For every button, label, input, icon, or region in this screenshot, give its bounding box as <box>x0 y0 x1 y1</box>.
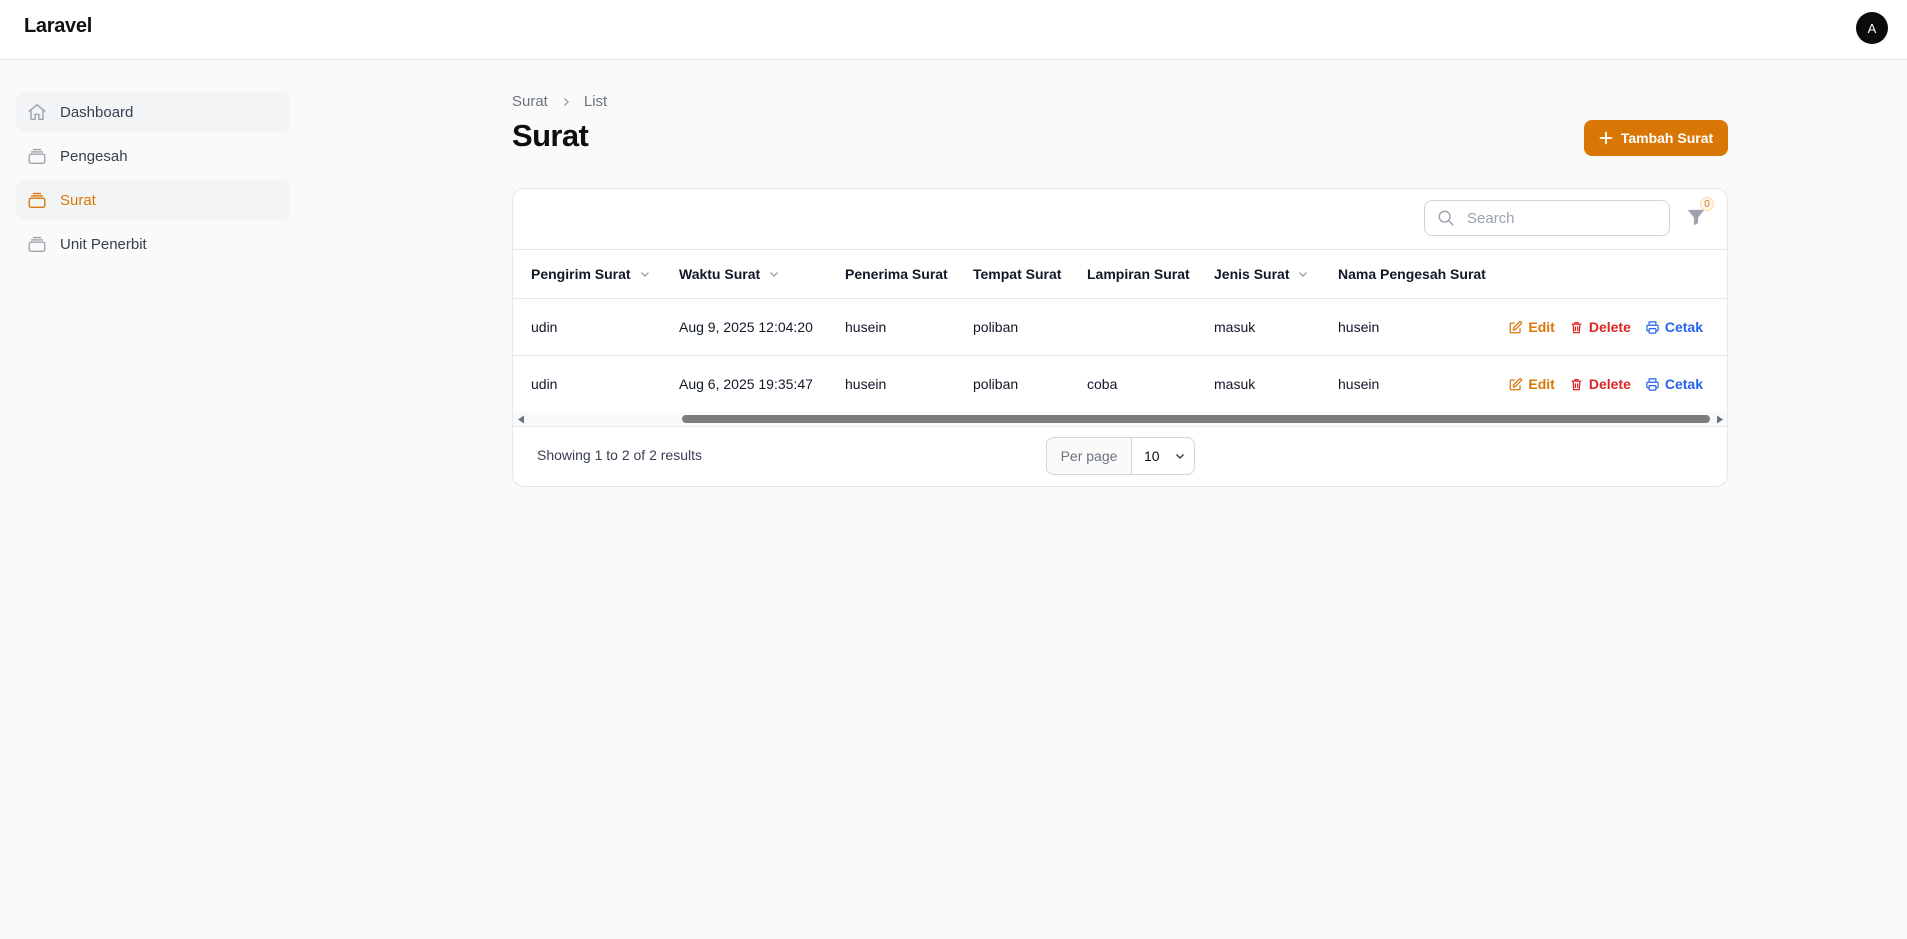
scrollbar-thumb[interactable] <box>682 415 1710 423</box>
column-header-label: Waktu Surat <box>679 266 761 282</box>
per-page-label: Per page <box>1047 438 1132 474</box>
delete-button[interactable]: Delete <box>1569 319 1631 335</box>
rectangle-stack-icon <box>26 233 48 255</box>
sidebar-item-label: Pengesah <box>60 147 128 165</box>
column-header-label: Penerima Surat <box>845 266 948 282</box>
cell-pengirim: udin <box>531 376 558 392</box>
cell-jenis: masuk <box>1214 376 1256 392</box>
surat-table: Pengirim Surat Waktu Surat Penerima Sura… <box>513 250 1727 412</box>
per-page-select[interactable]: Per page 10 <box>1046 437 1195 475</box>
column-header-actions <box>1494 250 1727 299</box>
sidebar-item-dashboard[interactable]: Dashboard <box>16 92 290 132</box>
print-label: Cetak <box>1664 376 1703 392</box>
pencil-square-icon <box>1509 320 1523 333</box>
column-header-tempat: Tempat Surat <box>955 250 1069 299</box>
rectangle-stack-icon <box>26 145 48 167</box>
sidebar-item-label: Dashboard <box>60 103 134 121</box>
cell-pengesah: husein <box>1338 319 1380 335</box>
trash-icon <box>1571 321 1582 333</box>
column-header-penerima: Penerima Surat <box>827 250 955 299</box>
trash-icon <box>1571 378 1582 390</box>
edit-button[interactable]: Edit <box>1508 376 1555 392</box>
search-icon <box>1437 209 1455 227</box>
sidebar-item-label: Unit Penerbit <box>60 235 147 253</box>
cell-penerima: husein <box>845 376 887 392</box>
sidebar-item-pengesah[interactable]: Pengesah <box>16 136 290 176</box>
column-header-label: Lampiran Surat <box>1087 266 1190 282</box>
column-header-label: Pengirim Surat <box>531 266 631 282</box>
column-header-label: Jenis Surat <box>1214 266 1290 282</box>
home-icon <box>26 101 48 123</box>
sidebar-item-unit-penerbit[interactable]: Unit Penerbit <box>16 224 290 264</box>
column-header-waktu[interactable]: Waktu Surat <box>661 250 827 299</box>
print-button[interactable]: Cetak <box>1645 319 1703 335</box>
funnel-icon <box>1685 209 1707 232</box>
table-card: 0 Pengirim Surat Waktu Surat Penerima Su… <box>512 188 1728 487</box>
edit-label: Edit <box>1528 376 1555 392</box>
chevron-down-icon <box>639 268 651 280</box>
edit-label: Edit <box>1528 319 1555 335</box>
add-surat-button-label: Tambah Surat <box>1620 130 1714 146</box>
cell-jenis: masuk <box>1214 319 1256 335</box>
results-summary: Showing 1 to 2 of 2 results <box>537 447 702 463</box>
delete-label: Delete <box>1588 376 1631 392</box>
cell-waktu: Aug 9, 2025 12:04:20 <box>679 319 813 335</box>
breadcrumb: Surat List <box>512 93 607 110</box>
user-avatar[interactable]: A <box>1856 12 1888 44</box>
pencil-square-icon <box>1509 377 1523 390</box>
cell-lampiran: coba <box>1087 376 1118 392</box>
printer-icon <box>1646 377 1659 391</box>
cell-pengesah: husein <box>1338 376 1380 392</box>
chevron-down-icon <box>768 268 780 280</box>
sidebar-item-label: Surat <box>60 191 96 209</box>
horizontal-scrollbar[interactable] <box>513 412 1727 426</box>
filter-count-badge: 0 <box>1700 197 1714 211</box>
top-bar: Laravel A <box>0 0 1907 60</box>
search-input[interactable] <box>1465 208 1649 228</box>
column-header-label: Nama Pengesah Surat <box>1338 266 1486 282</box>
search-field[interactable] <box>1424 200 1670 236</box>
rectangle-stack-icon <box>26 189 48 211</box>
scroll-right-arrow-icon[interactable] <box>1716 415 1724 424</box>
print-label: Cetak <box>1664 319 1703 335</box>
printer-icon <box>1646 320 1659 334</box>
cell-penerima: husein <box>845 319 887 335</box>
delete-button[interactable]: Delete <box>1569 376 1631 392</box>
add-surat-button[interactable]: Tambah Surat <box>1584 120 1728 156</box>
per-page-value: 10 <box>1144 448 1160 464</box>
scroll-left-arrow-icon[interactable] <box>517 415 525 424</box>
table-header-row: Pengirim Surat Waktu Surat Penerima Sura… <box>513 250 1727 299</box>
page-title: Surat <box>512 118 589 153</box>
chevron-down-icon <box>1297 268 1309 280</box>
row-actions: Edit Delete Cetak <box>1494 376 1727 392</box>
table-toolbar: 0 <box>513 189 1727 250</box>
plus-icon <box>1599 131 1613 145</box>
cell-tempat: poliban <box>973 319 1019 335</box>
cell-pengirim: udin <box>531 319 558 335</box>
sidebar-item-surat[interactable]: Surat <box>16 180 290 220</box>
table-row[interactable]: udin Aug 6, 2025 19:35:47 husein poliban… <box>513 356 1727 413</box>
print-button[interactable]: Cetak <box>1645 376 1703 392</box>
column-header-pengesah: Nama Pengesah Surat <box>1320 250 1494 299</box>
column-header-jenis[interactable]: Jenis Surat <box>1196 250 1320 299</box>
column-header-lampiran: Lampiran Surat <box>1069 250 1196 299</box>
per-page-dropdown[interactable]: 10 <box>1132 438 1194 474</box>
breadcrumb-link-surat[interactable]: Surat <box>512 93 548 110</box>
delete-label: Delete <box>1588 319 1631 335</box>
column-header-pengirim[interactable]: Pengirim Surat <box>513 250 661 299</box>
brand-logo[interactable]: Laravel <box>24 15 92 38</box>
column-header-label: Tempat Surat <box>973 266 1062 282</box>
cell-tempat: poliban <box>973 376 1019 392</box>
edit-button[interactable]: Edit <box>1508 319 1555 335</box>
table-footer: Showing 1 to 2 of 2 results Per page 10 <box>513 426 1727 486</box>
chevron-down-icon <box>1174 450 1186 462</box>
table-row[interactable]: udin Aug 9, 2025 12:04:20 husein poliban… <box>513 298 1727 356</box>
sidebar: Dashboard Pengesah Surat Unit Penerbit <box>16 92 290 268</box>
cell-waktu: Aug 6, 2025 19:35:47 <box>679 376 813 392</box>
chevron-right-icon <box>560 96 572 108</box>
row-actions: Edit Delete Cetak <box>1494 319 1727 335</box>
breadcrumb-current: List <box>583 93 608 110</box>
